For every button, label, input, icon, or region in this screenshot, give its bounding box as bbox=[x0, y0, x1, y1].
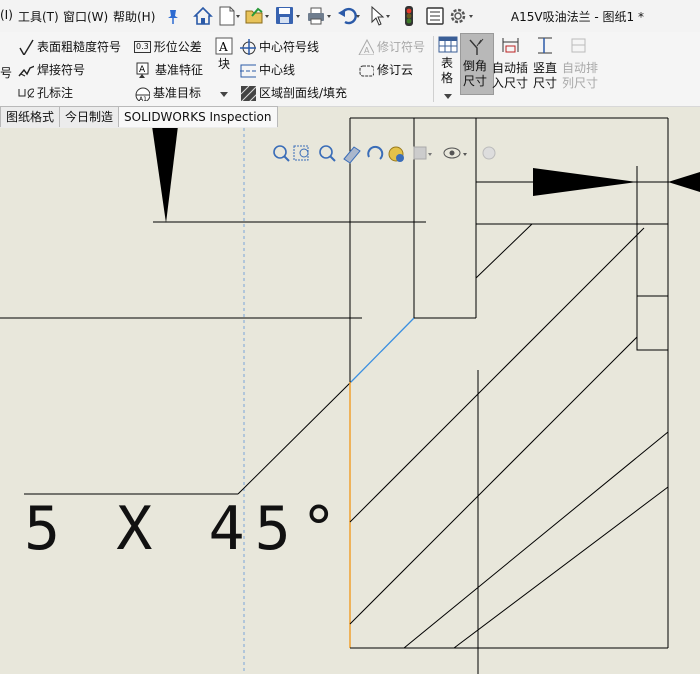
datum-feature-button[interactable]: A 基准特征 bbox=[136, 61, 203, 78]
home-icon[interactable] bbox=[192, 5, 214, 27]
command-tabs: 图纸格式 今日制造 SOLIDWORKS Inspection bbox=[0, 106, 278, 128]
auto-arrange-dimensions-icon[interactable] bbox=[569, 36, 589, 54]
menu-window[interactable]: 窗口(W) bbox=[63, 8, 108, 25]
table-label-1[interactable]: 表 bbox=[441, 56, 453, 71]
table-icon[interactable] bbox=[438, 36, 458, 54]
hole-callout-icon bbox=[18, 88, 34, 98]
heads-up-view-toolbar bbox=[273, 145, 496, 164]
menu-tools[interactable]: 工具(T) bbox=[18, 8, 59, 25]
svg-text:A: A bbox=[218, 40, 228, 54]
centerline-label: 中心线 bbox=[259, 63, 296, 77]
revision-cloud-icon bbox=[359, 65, 374, 76]
auto-arrange-dimensions-label-2[interactable]: 列尺寸 bbox=[562, 76, 598, 91]
datum-feature-icon: A bbox=[136, 62, 149, 78]
tab-solidworks-inspection[interactable]: SOLIDWORKS Inspection bbox=[118, 106, 278, 127]
print-icon[interactable] bbox=[306, 5, 334, 27]
svg-text:A: A bbox=[139, 65, 146, 75]
auto-arrange-dimensions-label-1[interactable]: 自动排 bbox=[562, 61, 598, 76]
datum-target-label: 基准目标 bbox=[153, 86, 202, 100]
weld-symbol-label: 焊接符号 bbox=[37, 63, 86, 77]
geometric-tolerance-button[interactable]: 0.3 形位公差 bbox=[134, 38, 202, 55]
pin-icon[interactable] bbox=[165, 5, 181, 27]
menu-help[interactable]: 帮助(H) bbox=[113, 8, 155, 25]
hole-callout-button[interactable]: 孔标注 bbox=[18, 84, 73, 101]
block-icon[interactable]: A bbox=[214, 36, 236, 56]
rotate-view-icon[interactable] bbox=[367, 145, 384, 160]
command-manager: 号 表面粗糙度符号 焊接符号 孔标注 0.3 形位公差 A 基准特征 A1 基准… bbox=[0, 32, 700, 107]
chamfer-dimension-label-1: 倒角 bbox=[463, 59, 488, 73]
revision-cloud-label: 修订云 bbox=[377, 63, 414, 77]
window-title: A15V吸油法兰 - 图纸1 * bbox=[510, 10, 644, 24]
toolbar-separator bbox=[433, 36, 434, 102]
surface-finish-icon bbox=[19, 39, 34, 55]
appearance-icon[interactable] bbox=[482, 146, 496, 160]
geometric-tolerance-label: 形位公差 bbox=[153, 40, 202, 54]
display-style-icon[interactable] bbox=[413, 146, 432, 160]
svg-text:A: A bbox=[364, 46, 370, 55]
tab-make-today[interactable]: 今日制造 bbox=[59, 106, 120, 127]
vertical-dimension-label-2[interactable]: 尺寸 bbox=[533, 76, 557, 91]
undo-icon[interactable] bbox=[337, 5, 363, 27]
open-file-icon[interactable] bbox=[244, 5, 270, 27]
auto-insert-dimension-label-2[interactable]: 入尺寸 bbox=[492, 76, 528, 91]
menu-partial-insert[interactable]: (I) bbox=[0, 8, 13, 22]
area-hatch-button[interactable]: 区域剖面线/填充 bbox=[240, 84, 347, 101]
hole-callout-label: 孔标注 bbox=[37, 86, 74, 100]
weld-symbol-icon bbox=[18, 65, 34, 76]
chamfer-dimension-text[interactable]: 5 X 45° bbox=[24, 494, 347, 564]
datum-feature-label: 基准特征 bbox=[155, 63, 204, 77]
pan-view-icon[interactable] bbox=[388, 146, 404, 162]
chamfer-dimension-icon bbox=[469, 38, 484, 55]
chamfer-dimension-label-2: 尺寸 bbox=[463, 74, 488, 88]
partial-command-label[interactable]: 号 bbox=[0, 64, 12, 81]
hide-show-items-icon[interactable] bbox=[443, 147, 467, 159]
vertical-dimension-icon[interactable] bbox=[535, 36, 555, 54]
centermark-button[interactable]: 中心符号线 bbox=[240, 38, 319, 55]
auto-insert-dimension-label-1[interactable]: 自动插 bbox=[492, 61, 528, 76]
revision-cloud-button[interactable]: 修订云 bbox=[358, 61, 413, 78]
centermark-icon bbox=[240, 38, 256, 55]
table-label-2[interactable]: 格 bbox=[441, 71, 453, 86]
table-dropdown-icon[interactable] bbox=[444, 94, 452, 100]
block-dropdown-icon[interactable] bbox=[220, 92, 228, 98]
datum-target-button[interactable]: A1 基准目标 bbox=[134, 84, 201, 101]
revision-symbol-icon: A bbox=[358, 38, 374, 55]
chamfer-dimension-button[interactable]: 倒角 尺寸 bbox=[460, 33, 494, 95]
centerline-button[interactable]: 中心线 bbox=[240, 61, 295, 78]
revision-symbol-label: 修订符号 bbox=[377, 40, 426, 54]
surface-finish-button[interactable]: 表面粗糙度符号 bbox=[18, 38, 121, 55]
block-label[interactable]: 块 bbox=[218, 57, 230, 72]
centermark-label: 中心符号线 bbox=[259, 40, 320, 54]
save-icon[interactable] bbox=[274, 5, 302, 27]
zoom-to-area-icon[interactable] bbox=[293, 145, 309, 161]
centerline-icon bbox=[240, 64, 256, 77]
file-properties-icon[interactable] bbox=[425, 5, 445, 27]
revision-symbol-button[interactable]: A 修订符号 bbox=[358, 38, 425, 55]
geometric-tolerance-icon: 0.3 bbox=[134, 40, 151, 53]
svg-text:A1: A1 bbox=[139, 96, 147, 101]
vertical-dimension-label-1[interactable]: 竖直 bbox=[533, 61, 557, 76]
drawing-sheet[interactable]: 5 X 45° bbox=[0, 106, 700, 674]
datum-target-icon: A1 bbox=[135, 87, 150, 101]
area-hatch-icon bbox=[240, 85, 256, 101]
tab-sheet-format[interactable]: 图纸格式 bbox=[0, 106, 61, 127]
area-hatch-label: 区域剖面线/填充 bbox=[259, 86, 348, 100]
auto-insert-dimension-icon[interactable] bbox=[501, 36, 521, 54]
new-document-icon[interactable] bbox=[217, 5, 241, 27]
select-cursor-icon[interactable] bbox=[368, 5, 394, 27]
menu-bar: (I) 工具(T) 窗口(W) 帮助(H) A15V吸油法兰 - 图纸1 * bbox=[0, 0, 700, 32]
zoom-to-fit-icon[interactable] bbox=[273, 145, 290, 162]
weld-symbol-button[interactable]: 焊接符号 bbox=[18, 61, 85, 78]
drawing-canvas bbox=[0, 117, 700, 674]
rebuild-icon[interactable] bbox=[402, 5, 416, 27]
surface-finish-label: 表面粗糙度符号 bbox=[37, 40, 122, 54]
zoom-in-out-icon[interactable] bbox=[319, 145, 336, 162]
options-gear-icon[interactable] bbox=[448, 5, 478, 27]
section-view-icon[interactable] bbox=[343, 146, 361, 164]
